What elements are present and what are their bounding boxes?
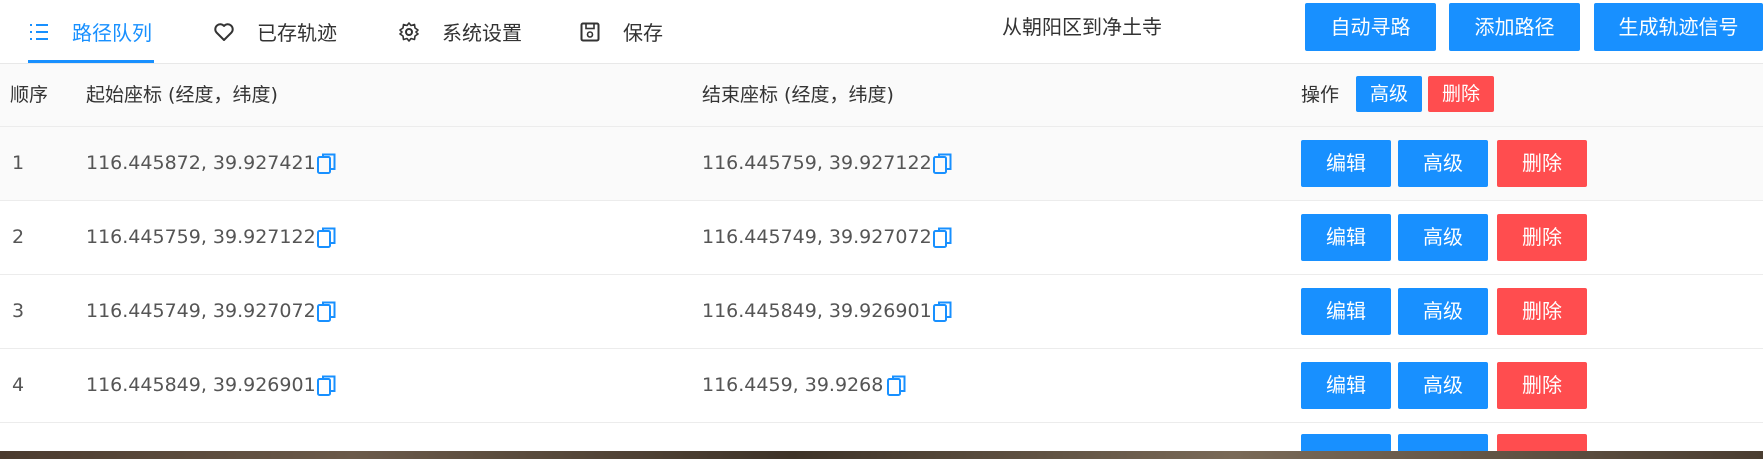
row-order: 2: [12, 226, 25, 248]
background-image-strip: [0, 451, 1763, 459]
table-row: 4 116.445849, 39.926901 116.4459, 39.926…: [0, 349, 1763, 423]
row-start-coord: 116.445872, 39.927421: [86, 152, 316, 174]
tab-saved-tracks[interactable]: 已存轨迹: [213, 0, 337, 63]
edit-button[interactable]: 编辑: [1301, 140, 1391, 187]
table-row: 3 116.445749, 39.927072 116.445849, 39.9…: [0, 275, 1763, 349]
row-order: 3: [12, 300, 25, 322]
tab-save-label: 保存: [623, 21, 663, 45]
header-start-coord: 起始座标 (经度，纬度): [86, 84, 278, 106]
bulk-advanced-button[interactable]: 高级: [1356, 76, 1422, 112]
advanced-button[interactable]: 高级: [1398, 214, 1488, 261]
copy-icon[interactable]: [886, 374, 908, 398]
edit-button[interactable]: 编辑: [1301, 362, 1391, 409]
row-end-coord: 116.445749, 39.927072: [702, 226, 932, 248]
delete-button[interactable]: 删除: [1497, 362, 1587, 409]
advanced-button-partial[interactable]: [1398, 434, 1488, 451]
table-row: 2 116.445759, 39.927122 116.445749, 39.9…: [0, 201, 1763, 275]
header-order: 顺序: [10, 84, 49, 106]
delete-button[interactable]: 删除: [1497, 140, 1587, 187]
row-end-coord: 116.445759, 39.927122: [702, 152, 932, 174]
table-header: 顺序 起始座标 (经度，纬度) 结束座标 (经度，纬度) 操作 高级 删除: [0, 64, 1763, 127]
heart-icon: [213, 21, 235, 43]
advanced-button[interactable]: 高级: [1398, 288, 1488, 335]
top-navigation-bar: 路径队列 已存轨迹 系统设置 保存 从朝阳区到净土寺 自动寻路 添加路径 生成轨…: [0, 0, 1763, 64]
copy-icon[interactable]: [316, 152, 338, 176]
tab-system-settings-label: 系统设置: [442, 21, 522, 45]
table-row: 1 116.445872, 39.927421 116.445759, 39.9…: [0, 127, 1763, 201]
advanced-button[interactable]: 高级: [1398, 362, 1488, 409]
delete-button[interactable]: 删除: [1497, 288, 1587, 335]
delete-button[interactable]: 删除: [1497, 214, 1587, 261]
edit-button[interactable]: 编辑: [1301, 214, 1391, 261]
tab-system-settings[interactable]: 系统设置: [398, 0, 522, 63]
gear-icon: [398, 21, 420, 43]
copy-icon[interactable]: [316, 226, 338, 250]
tab-save[interactable]: 保存: [579, 0, 663, 63]
row-start-coord: 116.445759, 39.927122: [86, 226, 316, 248]
row-end-coord: 116.4459, 39.9268: [702, 374, 884, 396]
table-row-partial: [0, 423, 1763, 452]
row-start-coord: 116.445749, 39.927072: [86, 300, 316, 322]
row-order: 4: [12, 374, 25, 396]
copy-icon[interactable]: [932, 226, 954, 250]
edit-button[interactable]: 编辑: [1301, 288, 1391, 335]
copy-icon[interactable]: [316, 300, 338, 324]
list-icon: [28, 21, 50, 43]
save-icon: [579, 21, 601, 43]
add-route-button[interactable]: 添加路径: [1449, 3, 1580, 51]
copy-icon[interactable]: [932, 152, 954, 176]
generate-track-signal-button[interactable]: 生成轨迹信号: [1594, 3, 1763, 51]
tab-saved-tracks-label: 已存轨迹: [257, 21, 337, 45]
header-end-coord: 结束座标 (经度，纬度): [702, 84, 894, 106]
bulk-delete-button[interactable]: 删除: [1428, 76, 1494, 112]
row-end-coord: 116.445849, 39.926901: [702, 300, 932, 322]
tab-route-queue-label: 路径队列: [72, 21, 152, 45]
row-order: 1: [12, 152, 25, 174]
route-title: 从朝阳区到净土寺: [1002, 15, 1162, 39]
tab-route-queue[interactable]: 路径队列: [28, 0, 154, 63]
advanced-button[interactable]: 高级: [1398, 140, 1488, 187]
copy-icon[interactable]: [316, 374, 338, 398]
header-actions: 操作: [1301, 84, 1340, 106]
copy-icon[interactable]: [932, 300, 954, 324]
row-start-coord: 116.445849, 39.926901: [86, 374, 316, 396]
auto-route-button[interactable]: 自动寻路: [1305, 3, 1436, 51]
delete-button-partial[interactable]: [1497, 434, 1587, 451]
edit-button-partial[interactable]: [1301, 434, 1391, 451]
